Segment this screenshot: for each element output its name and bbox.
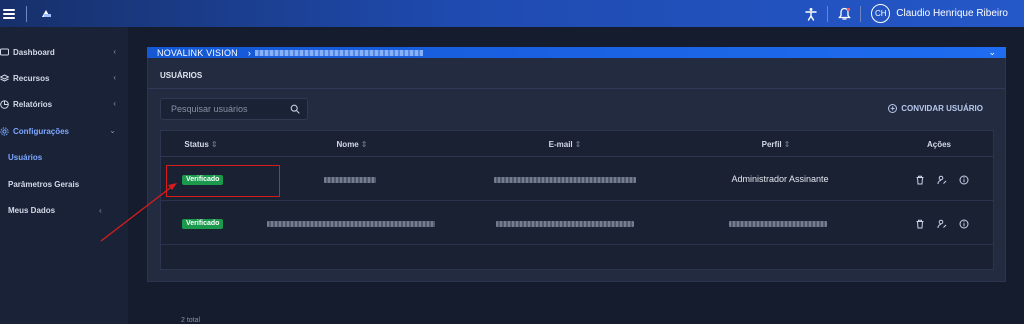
users-table: Status ⇕ Nome ⇕ E-mail ⇕ Perfil ⇕ Ações Veri… — [160, 130, 994, 324]
gear-icon — [0, 126, 9, 136]
monitor-icon — [0, 48, 9, 57]
row-actions — [914, 174, 980, 185]
chevron-right-icon: › — [247, 47, 251, 58]
search-input[interactable] — [161, 99, 289, 119]
column-header-email[interactable]: E-mail ⇕ — [549, 140, 582, 149]
sidebar-item-dashboard[interactable]: Dashboard ‹ — [0, 42, 128, 62]
sort-icon[interactable]: ⇕ — [361, 140, 368, 149]
table-total-count: 2 total — [181, 317, 201, 324]
sidebar-item-label: Recursos — [13, 73, 50, 83]
chevron-left-icon: ‹ — [113, 73, 116, 82]
user-edit-icon[interactable] — [936, 174, 947, 185]
page-title: USUÁRIOS — [160, 71, 203, 80]
chevron-left-icon: ‹ — [99, 206, 102, 215]
column-header-nome[interactable]: Nome ⇕ — [337, 140, 368, 149]
info-icon[interactable] — [958, 218, 969, 229]
top-bar: CH Claudio Henrique Ribeiro — [0, 0, 1024, 27]
chevron-left-icon: ‹ — [113, 47, 116, 56]
avatar[interactable]: CH — [871, 4, 891, 23]
column-header-perfil[interactable]: Perfil ⇕ — [762, 140, 791, 149]
table-header: Status ⇕ Nome ⇕ E-mail ⇕ Perfil ⇕ Ações — [161, 131, 993, 157]
column-header-status[interactable]: Status ⇕ — [184, 140, 217, 149]
bell-icon[interactable] — [836, 6, 852, 22]
breadcrumb: NOVALINK VISION › ⌄ — [147, 47, 1006, 58]
sidebar-item-label: Relatórios — [13, 99, 53, 109]
status-badge: Verificado — [182, 219, 224, 229]
hamburger-icon[interactable] — [3, 7, 15, 21]
layers-icon — [0, 73, 9, 83]
sidebar-item-label: Configurações — [13, 126, 70, 136]
annotation-highlight-box — [166, 165, 280, 197]
redacted-name — [267, 221, 435, 227]
column-header-acoes: Ações — [926, 140, 952, 149]
user-name[interactable]: Claudio Henrique Ribeiro — [896, 8, 1008, 19]
divider — [148, 88, 1005, 89]
table-row[interactable]: Verificado Administrador Assinante — [161, 157, 993, 201]
divider — [860, 5, 862, 22]
sidebar-item-recursos[interactable]: Recursos ‹ — [0, 68, 128, 88]
sort-icon[interactable]: ⇕ — [784, 140, 791, 149]
app-logo-icon[interactable] — [39, 8, 53, 20]
redacted-profile — [729, 221, 827, 227]
sidebar-subitem-meus-dados[interactable]: Meus Dados — [8, 206, 55, 215]
redacted-email — [494, 177, 636, 183]
sidebar-subitem-parametros-gerais[interactable]: Parâmetros Gerais — [8, 180, 79, 189]
breadcrumb-redacted-segment — [254, 49, 423, 56]
row-actions — [914, 218, 980, 229]
invite-user-label: CONVIDAR USUÁRIO — [901, 104, 983, 113]
plus-circle-icon: + — [888, 104, 898, 113]
table-row[interactable]: Verificado — [161, 201, 993, 245]
sidebar-item-label: Dashboard — [13, 47, 55, 57]
breadcrumb-root[interactable]: NOVALINK VISION — [157, 48, 238, 58]
sidebar-item-configuracoes[interactable]: Configurações ⌄ — [0, 121, 128, 141]
chevron-down-icon: ⌄ — [109, 126, 116, 135]
collapse-chevron-icon[interactable]: ⌄ — [988, 47, 996, 58]
sidebar: Dashboard ‹ Recursos ‹ Relatórios ‹ Conf… — [0, 27, 128, 324]
search-icon[interactable] — [290, 104, 300, 114]
trash-icon[interactable] — [914, 174, 925, 185]
profile-cell: Administrador Assinante — [731, 174, 829, 184]
redacted-name — [324, 177, 376, 183]
user-edit-icon[interactable] — [936, 218, 947, 229]
trash-icon[interactable] — [914, 218, 925, 229]
search-box — [160, 98, 308, 120]
accessibility-icon[interactable] — [803, 6, 819, 22]
pie-chart-icon — [0, 99, 9, 109]
divider — [827, 5, 829, 22]
info-icon[interactable] — [958, 174, 969, 185]
divider — [26, 5, 27, 22]
sort-icon[interactable]: ⇕ — [575, 140, 582, 149]
invite-user-button[interactable]: + CONVIDAR USUÁRIO — [888, 104, 983, 113]
sidebar-subitem-usuarios[interactable]: Usuários — [8, 153, 42, 162]
sort-icon[interactable]: ⇕ — [211, 140, 218, 149]
sidebar-item-relatorios[interactable]: Relatórios ‹ — [0, 94, 128, 114]
redacted-email — [496, 221, 634, 227]
chevron-left-icon: ‹ — [113, 99, 116, 108]
